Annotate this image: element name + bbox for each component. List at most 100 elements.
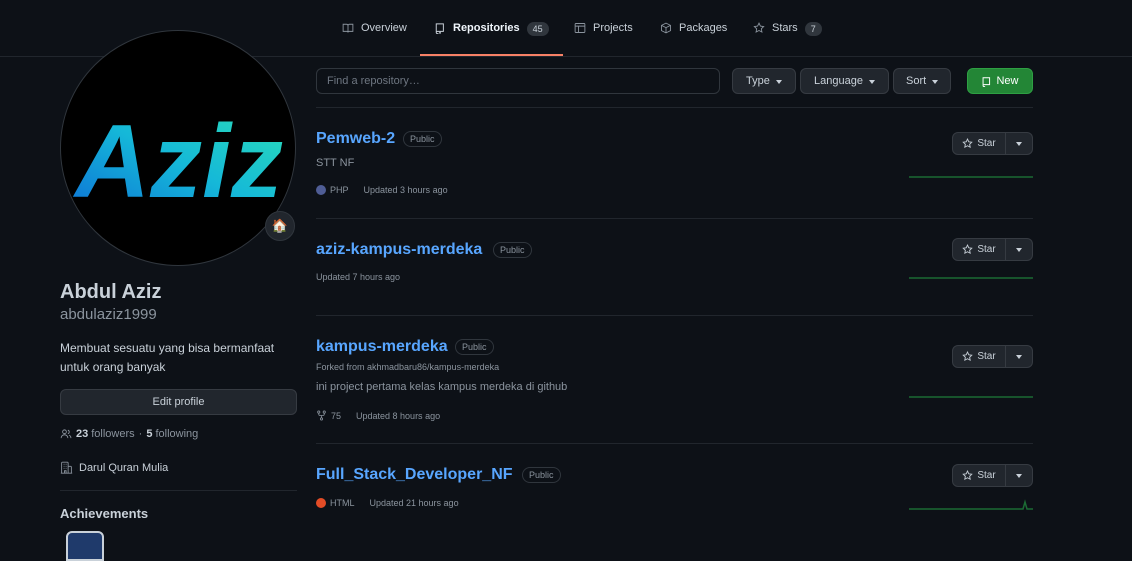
star-button-group: Star <box>952 132 1033 155</box>
followers-link[interactable]: 23 followers <box>76 428 135 440</box>
fork-count[interactable]: 75 <box>331 411 341 421</box>
visibility-badge: Public <box>455 339 494 355</box>
repo-meta: Updated 7 hours ago <box>316 272 400 282</box>
visibility-badge: Public <box>403 131 442 147</box>
avatar-logo: Aziz <box>72 104 283 220</box>
repo-name-link[interactable]: Pemweb-2 <box>316 130 395 148</box>
caret-down-icon <box>1016 355 1022 359</box>
book-icon <box>342 23 354 33</box>
tab-packages[interactable]: Packages <box>660 22 727 56</box>
tab-label: Overview <box>361 22 407 34</box>
repo-list-item: kampus-merdeka Public Forked from akhmad… <box>316 315 1033 444</box>
edit-profile-button[interactable]: Edit profile <box>60 389 297 415</box>
star-button-group: Star <box>952 238 1033 261</box>
profile-fullname: Abdul Aziz <box>60 281 162 303</box>
activity-sparkline <box>909 277 1033 279</box>
organization-icon <box>60 461 73 474</box>
star-icon <box>962 244 974 255</box>
star-icon <box>962 138 974 149</box>
language-filter-label: Language <box>814 75 863 87</box>
star-button[interactable]: Star <box>952 464 1006 487</box>
type-filter-label: Type <box>746 75 770 87</box>
caret-down-icon <box>868 79 875 84</box>
repo-list-item: aziz-kampus-merdeka Public Updated 7 hou… <box>316 218 1033 316</box>
caret-down-icon <box>775 79 782 84</box>
sidebar-divider <box>60 490 297 491</box>
language-filter-button[interactable]: Language <box>800 68 889 94</box>
repo-meta: 75 Updated 8 hours ago <box>316 410 440 421</box>
star-label: Star <box>977 138 996 149</box>
visibility-badge: Public <box>522 467 561 483</box>
repo-updated: Updated 7 hours ago <box>316 272 401 282</box>
repo-name-link[interactable]: aziz-kampus-merdeka <box>316 241 482 259</box>
people-icon <box>60 429 72 439</box>
sort-button[interactable]: Sort <box>893 68 952 94</box>
language-color-dot <box>316 185 326 195</box>
tab-label: Stars <box>772 22 798 34</box>
repo-language: HTML <box>330 498 355 508</box>
repo-name-link[interactable]: kampus-merdeka <box>316 338 448 356</box>
activity-sparkline <box>909 396 1033 398</box>
activity-sparkline <box>909 499 1033 510</box>
star-button-group: Star <box>952 345 1033 368</box>
organization: Darul Quran Mulia <box>60 461 168 474</box>
achievements-heading: Achievements <box>60 506 149 521</box>
tab-stars[interactable]: Stars 7 <box>753 22 822 56</box>
caret-down-icon <box>932 79 939 84</box>
star-icon <box>962 351 974 362</box>
repository-search-input[interactable] <box>316 68 720 94</box>
profile-bio: Membuat sesuatu yang bisa bermanfaat unt… <box>60 341 275 374</box>
follow-stats: 23 followers · 5 following <box>60 428 198 440</box>
forked-from-link[interactable]: Forked from akhmadbaru86/kampus-merdeka <box>316 362 499 372</box>
following-label: following <box>155 428 199 440</box>
followers-label: followers <box>91 428 135 440</box>
package-icon <box>661 22 671 34</box>
following-link[interactable]: 5 following <box>146 428 198 440</box>
stars-count: 7 <box>804 22 822 36</box>
repo-name-link[interactable]: Full_Stack_Developer_NF <box>316 466 513 484</box>
star-icon <box>962 470 974 481</box>
star-list-dropdown[interactable] <box>1006 132 1033 155</box>
star-list-dropdown[interactable] <box>1006 464 1033 487</box>
new-label: New <box>996 75 1019 87</box>
organization-name: Darul Quran Mulia <box>79 461 169 474</box>
repositories-count: 45 <box>526 22 549 36</box>
star-icon <box>753 22 765 33</box>
star-label: Star <box>977 244 996 255</box>
activity-sparkline <box>909 176 1033 178</box>
tab-projects[interactable]: Projects <box>574 22 633 56</box>
status-emoji[interactable]: 🏠 <box>265 211 295 241</box>
new-repository-button[interactable]: New <box>967 68 1033 94</box>
following-count: 5 <box>146 428 153 440</box>
avatar[interactable]: Aziz <box>60 30 296 266</box>
type-filter-button[interactable]: Type <box>732 68 796 94</box>
repo-icon <box>983 76 991 87</box>
star-label: Star <box>977 470 996 481</box>
star-button[interactable]: Star <box>952 238 1006 261</box>
followers-count: 23 <box>76 428 89 440</box>
tab-label: Repositories <box>453 22 520 34</box>
table-icon <box>574 23 586 33</box>
repo-description: ini project pertama kelas kampus merdeka… <box>316 381 568 393</box>
visibility-badge: Public <box>493 242 532 258</box>
repo-list-item: Pemweb-2 Public STT NF PHP Updated 3 hou… <box>316 107 1033 219</box>
star-button[interactable]: Star <box>952 132 1006 155</box>
star-button[interactable]: Star <box>952 345 1006 368</box>
tab-label: Projects <box>593 22 633 34</box>
profile-username: abdulaziz1999 <box>60 306 157 323</box>
star-list-dropdown[interactable] <box>1006 238 1033 261</box>
repo-updated: Updated 21 hours ago <box>369 498 459 508</box>
tab-repositories[interactable]: Repositories 45 <box>420 22 563 56</box>
achievement-badge[interactable] <box>66 531 104 561</box>
sort-label: Sort <box>906 75 927 87</box>
repo-updated: Updated 8 hours ago <box>356 410 441 421</box>
language-color-dot <box>316 498 326 508</box>
caret-down-icon <box>1016 142 1022 146</box>
fork-icon[interactable] <box>316 410 327 421</box>
star-list-dropdown[interactable] <box>1006 345 1033 368</box>
star-label: Star <box>977 351 996 362</box>
caret-down-icon <box>1016 474 1022 478</box>
avatar-text: Aziz <box>72 104 283 220</box>
star-button-group: Star <box>952 464 1033 487</box>
tab-overview[interactable]: Overview <box>342 22 407 56</box>
